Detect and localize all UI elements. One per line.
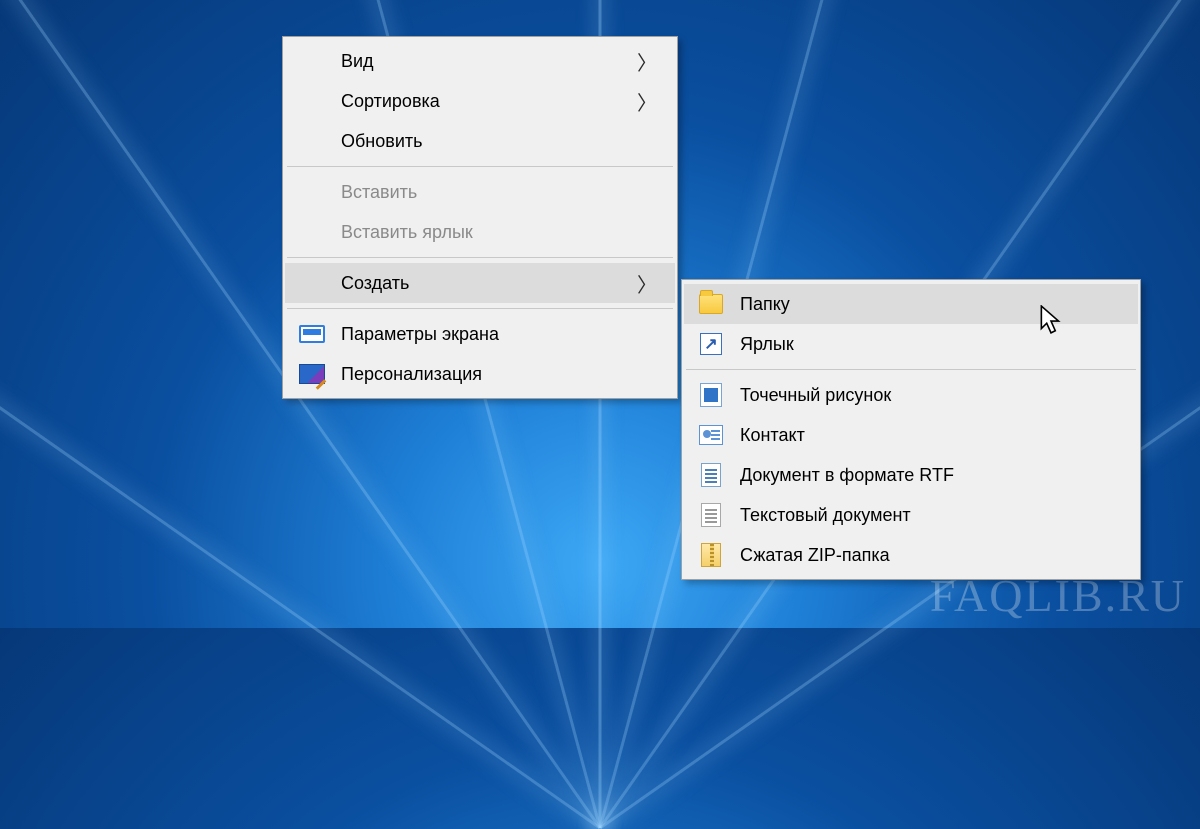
new-submenu: Папку ↗ Ярлык Точечный рисунок Контакт Д… (681, 279, 1141, 580)
submenu-item-shortcut[interactable]: ↗ Ярлык (684, 324, 1138, 364)
menu-item-view[interactable]: Вид 〉 (285, 41, 675, 81)
menu-item-paste: Вставить (285, 172, 675, 212)
folder-icon (698, 291, 724, 317)
menu-item-paste-shortcut: Вставить ярлык (285, 212, 675, 252)
submenu-arrow-icon: 〉 (637, 47, 657, 76)
menu-item-label: Папку (740, 294, 1120, 315)
submenu-item-rtf[interactable]: Документ в формате RTF (684, 455, 1138, 495)
menu-item-label: Создать (341, 273, 597, 294)
menu-item-label: Вставить (341, 182, 657, 203)
menu-separator (287, 257, 673, 258)
submenu-item-zip[interactable]: Сжатая ZIP-папка (684, 535, 1138, 575)
menu-item-label: Текстовый документ (740, 505, 1120, 526)
menu-item-new[interactable]: Создать 〉 (285, 263, 675, 303)
menu-item-label: Контакт (740, 425, 1120, 446)
menu-item-personalize[interactable]: Персонализация (285, 354, 675, 394)
submenu-item-folder[interactable]: Папку (684, 284, 1138, 324)
submenu-item-text[interactable]: Текстовый документ (684, 495, 1138, 535)
display-settings-icon (299, 321, 325, 347)
submenu-item-contact[interactable]: Контакт (684, 415, 1138, 455)
menu-item-label: Вид (341, 51, 597, 72)
menu-item-label: Сортировка (341, 91, 597, 112)
contact-icon (698, 422, 724, 448)
menu-separator (287, 308, 673, 309)
shortcut-icon: ↗ (698, 331, 724, 357)
personalize-icon (299, 361, 325, 387)
zip-folder-icon (698, 542, 724, 568)
text-document-icon (698, 502, 724, 528)
menu-separator (686, 369, 1136, 370)
menu-item-label: Персонализация (341, 364, 657, 385)
submenu-arrow-icon: 〉 (637, 87, 657, 116)
bitmap-icon (698, 382, 724, 408)
menu-item-label: Обновить (341, 131, 657, 152)
submenu-arrow-icon: 〉 (637, 269, 657, 298)
desktop-context-menu: Вид 〉 Сортировка 〉 Обновить Вставить Вст… (282, 36, 678, 399)
menu-item-label: Точечный рисунок (740, 385, 1120, 406)
menu-item-label: Ярлык (740, 334, 1120, 355)
rtf-document-icon (698, 462, 724, 488)
menu-separator (287, 166, 673, 167)
menu-item-label: Вставить ярлык (341, 222, 657, 243)
menu-item-sort[interactable]: Сортировка 〉 (285, 81, 675, 121)
menu-item-label: Параметры экрана (341, 324, 657, 345)
menu-item-display-settings[interactable]: Параметры экрана (285, 314, 675, 354)
menu-item-label: Сжатая ZIP-папка (740, 545, 1120, 566)
menu-item-refresh[interactable]: Обновить (285, 121, 675, 161)
menu-item-label: Документ в формате RTF (740, 465, 1120, 486)
submenu-item-bitmap[interactable]: Точечный рисунок (684, 375, 1138, 415)
